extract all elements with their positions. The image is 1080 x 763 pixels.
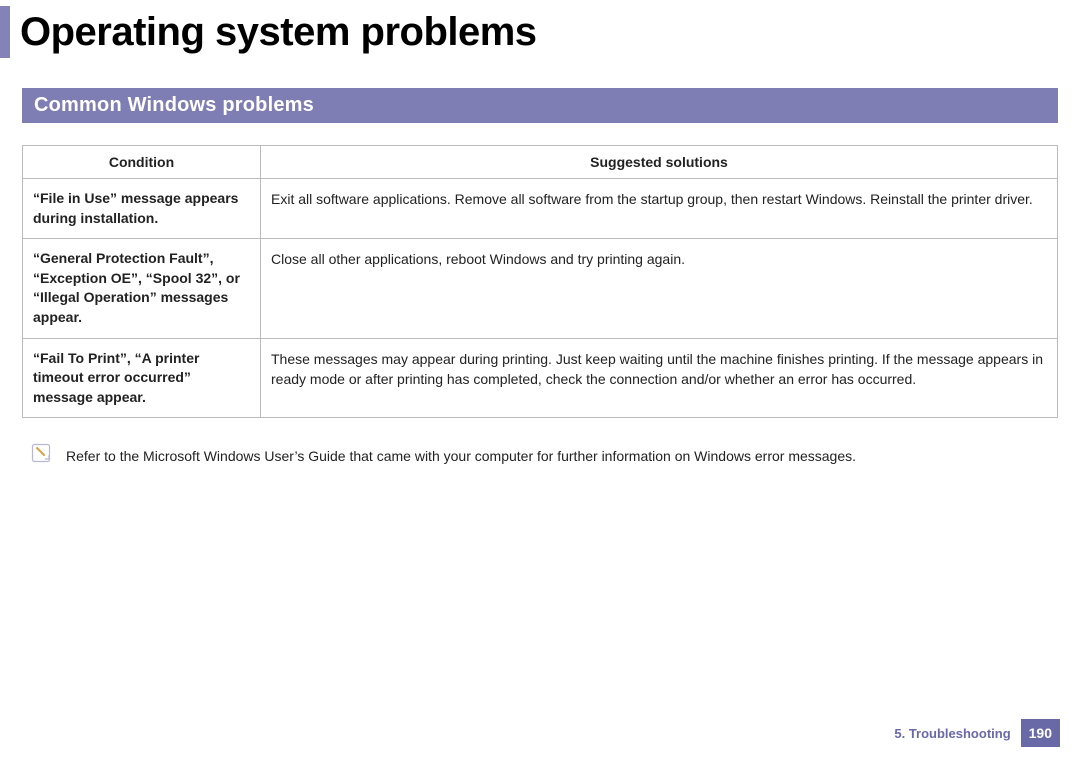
table-row: “Fail To Print”, “A printer timeout erro… [23, 338, 1058, 418]
content-area: Common Windows problems Condition Sugges… [0, 58, 1080, 467]
cell-solution: Close all other applications, reboot Win… [261, 239, 1058, 338]
cell-condition: “Fail To Print”, “A printer timeout erro… [23, 338, 261, 418]
title-row: Operating system problems [0, 0, 1080, 58]
title-accent-bar [0, 6, 10, 58]
cell-solution: These messages may appear during printin… [261, 338, 1058, 418]
problems-table: Condition Suggested solutions “File in U… [22, 145, 1058, 418]
footer-page-number: 190 [1021, 719, 1060, 747]
th-condition: Condition [23, 146, 261, 179]
cell-condition: “General Protection Fault”, “Exception O… [23, 239, 261, 338]
page-title: Operating system problems [20, 10, 537, 55]
cell-solution: Exit all software applications. Remove a… [261, 179, 1058, 239]
table-row: “File in Use” message appears during ins… [23, 179, 1058, 239]
table-header-row: Condition Suggested solutions [23, 146, 1058, 179]
table-row: “General Protection Fault”, “Exception O… [23, 239, 1058, 338]
note-text: Refer to the Microsoft Windows User’s Gu… [66, 444, 856, 466]
note: Refer to the Microsoft Windows User’s Gu… [22, 444, 1058, 467]
page-footer: 5. Troubleshooting 190 [894, 719, 1060, 747]
th-solution: Suggested solutions [261, 146, 1058, 179]
cell-condition: “File in Use” message appears during ins… [23, 179, 261, 239]
note-icon [30, 442, 52, 467]
footer-chapter: 5. Troubleshooting [894, 726, 1010, 741]
section-heading: Common Windows problems [22, 88, 1058, 123]
